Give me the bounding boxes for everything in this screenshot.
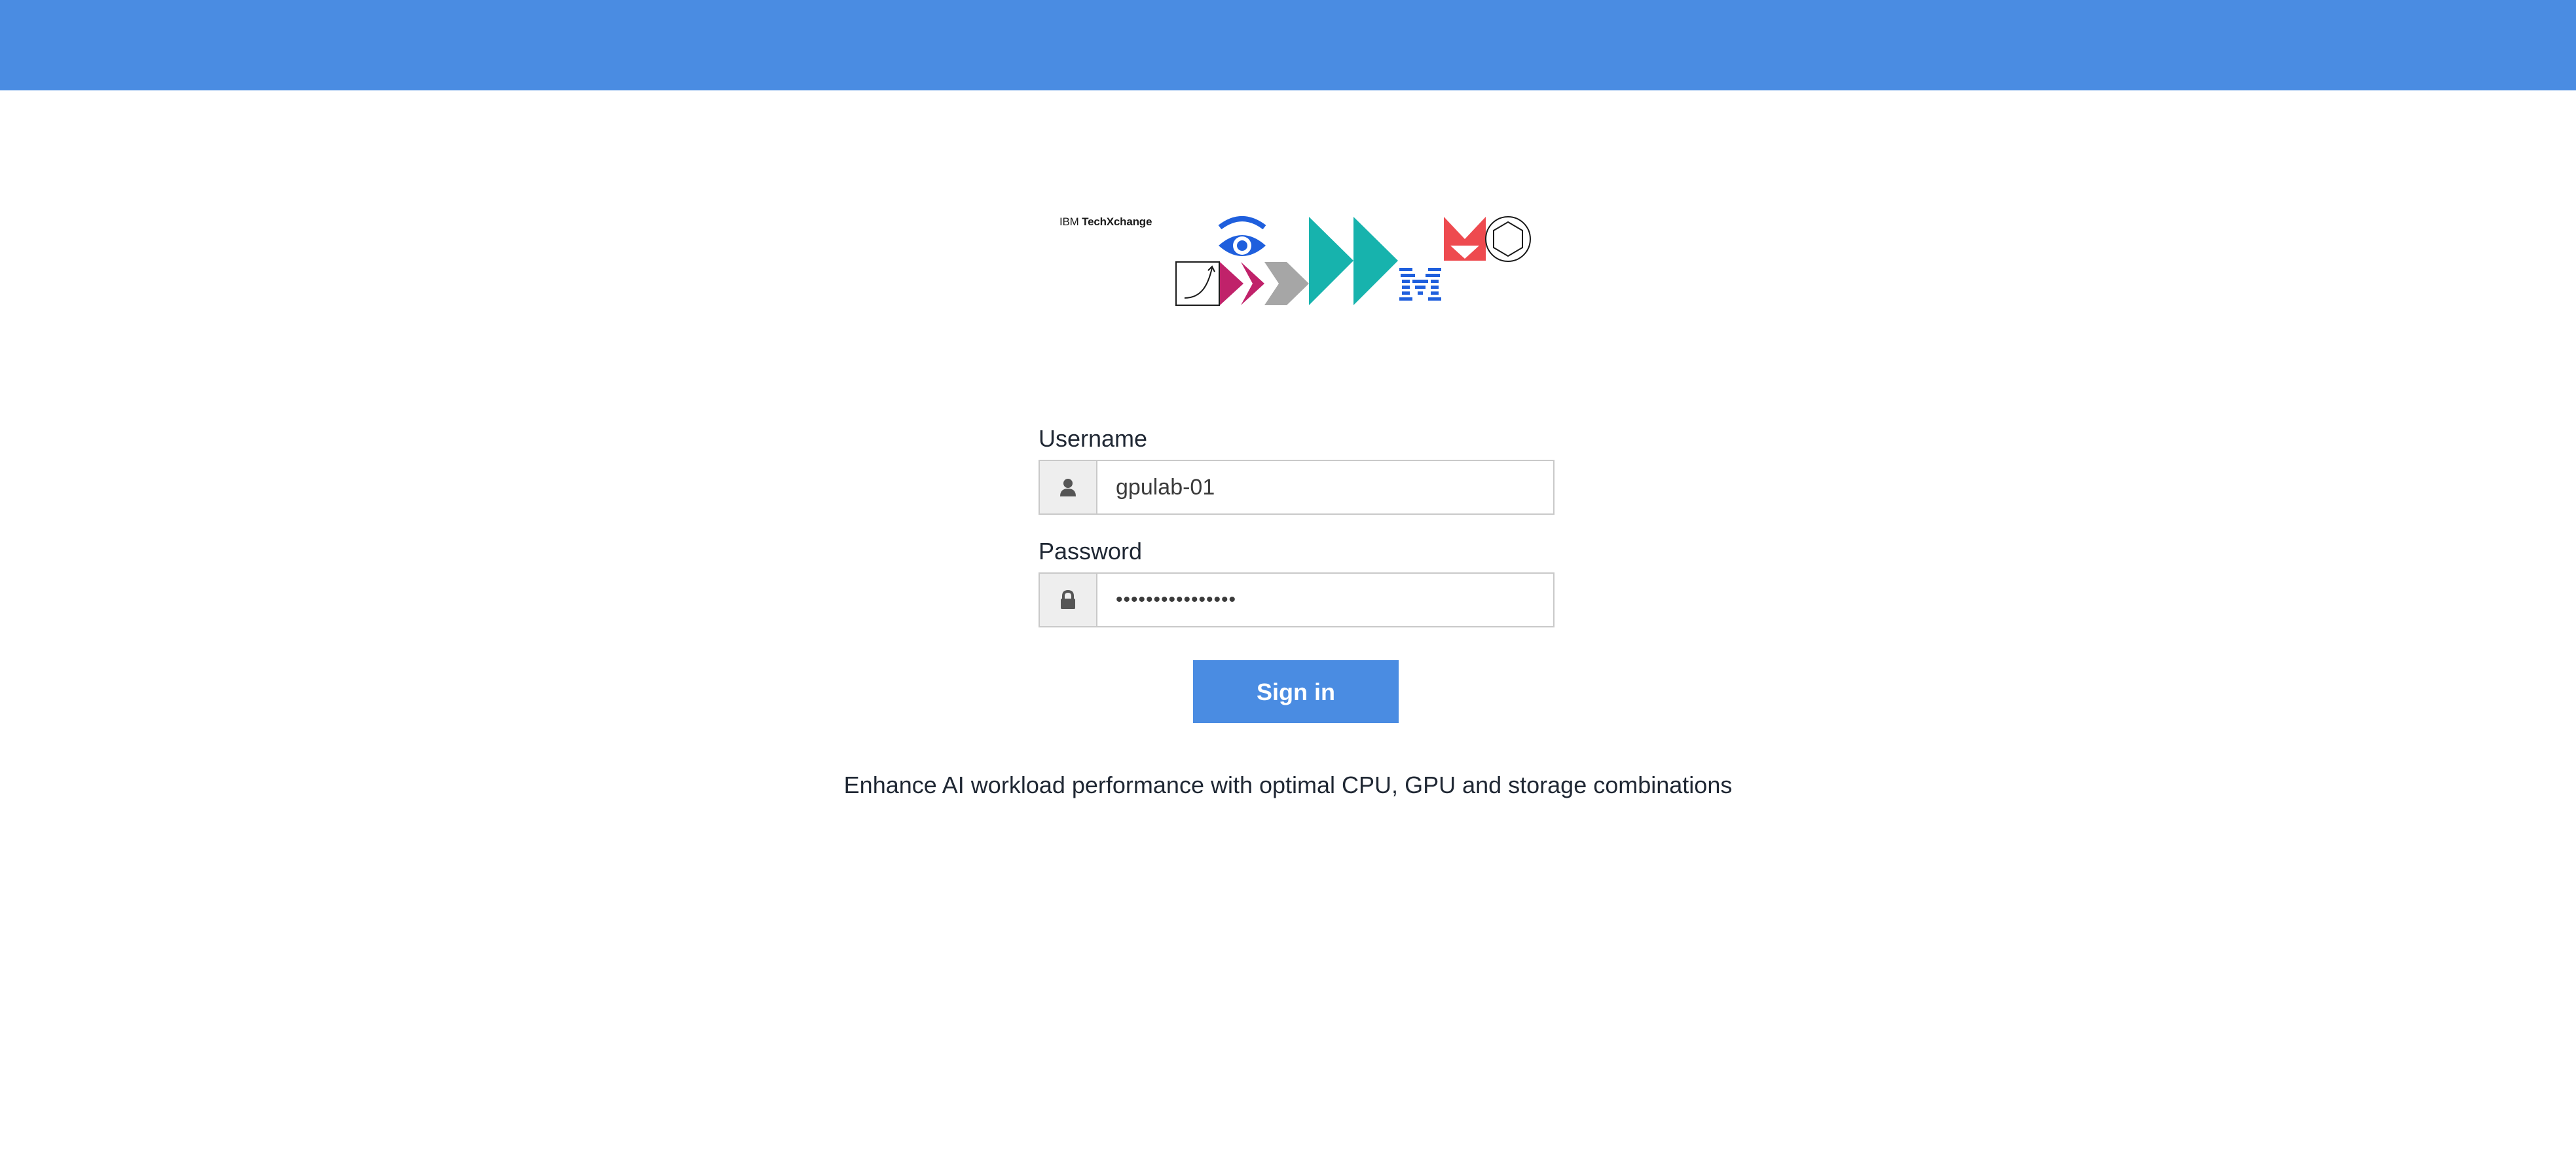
fast-forward-teal-icon xyxy=(1309,217,1398,305)
red-heart-icon xyxy=(1444,217,1486,261)
chevron-gray-icon xyxy=(1264,262,1309,305)
username-input-group: gpulab-01 xyxy=(1039,460,1555,515)
sign-in-button[interactable]: Sign in xyxy=(1193,660,1399,723)
chevron-pink-icon xyxy=(1220,262,1264,305)
ibm-techxchange-logo: IBM TechXchange xyxy=(1054,213,1545,311)
password-label: Password xyxy=(1039,538,1143,565)
logo-graphic xyxy=(1175,216,1531,306)
logo-text: IBM TechXchange xyxy=(1059,215,1152,229)
username-input[interactable]: gpulab-01 xyxy=(1097,461,1553,513)
logo-product: TechXchange xyxy=(1082,215,1152,228)
lock-icon xyxy=(1040,574,1097,626)
login-form: Username gpulab-01 Password ••••••••••••… xyxy=(1039,424,1555,650)
username-label: Username xyxy=(1039,425,1148,452)
tagline: Enhance AI workload performance with opt… xyxy=(843,772,1733,798)
logo-brand: IBM xyxy=(1059,215,1079,228)
top-bar xyxy=(0,0,2576,90)
password-input-group: •••••••••••••••• xyxy=(1039,572,1555,627)
hexagon-icon xyxy=(1485,216,1531,262)
user-icon xyxy=(1040,461,1097,513)
password-input[interactable]: •••••••••••••••• xyxy=(1097,574,1553,626)
eye-icon xyxy=(1218,216,1266,256)
chart-box-icon xyxy=(1175,261,1220,306)
ibm-m-icon xyxy=(1399,268,1441,301)
